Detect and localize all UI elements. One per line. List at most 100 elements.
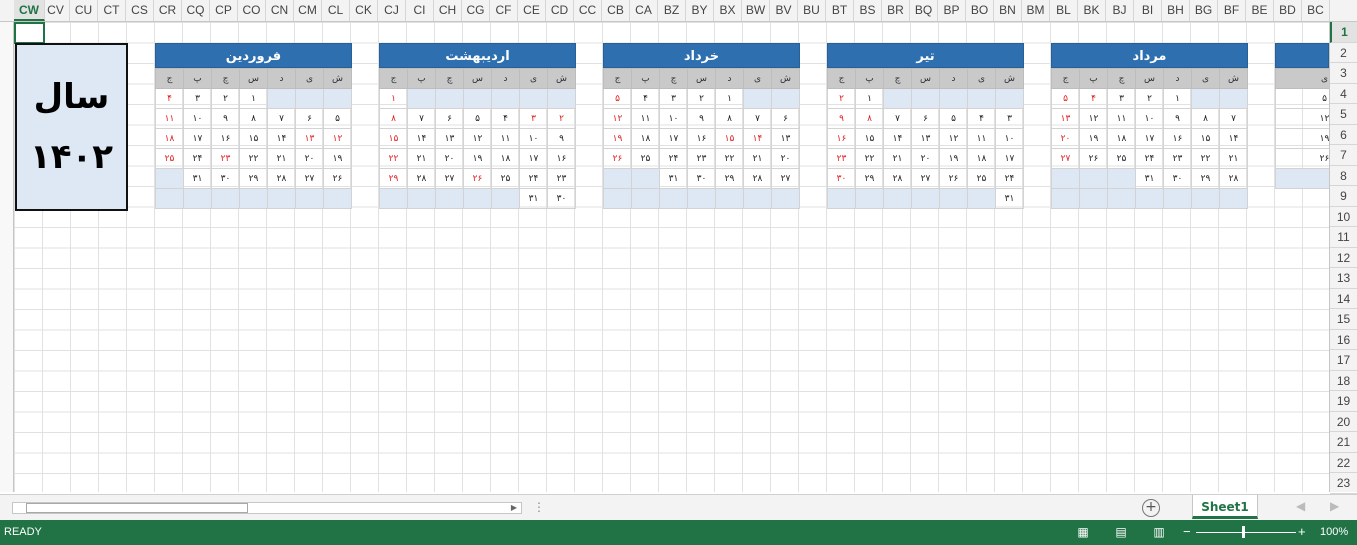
- day-cell[interactable]: ۱۵: [239, 128, 268, 149]
- day-cell[interactable]: ۲۴: [183, 148, 212, 169]
- zoom-thumb[interactable]: [1242, 526, 1245, 538]
- day-cell[interactable]: [183, 188, 212, 209]
- day-cell[interactable]: ۱۵: [715, 128, 744, 149]
- day-cell[interactable]: [519, 88, 548, 109]
- day-cell[interactable]: ۱۸: [631, 128, 660, 149]
- day-cell[interactable]: ۲۵: [491, 168, 520, 189]
- row-header[interactable]: 20: [1330, 412, 1357, 432]
- day-cell[interactable]: ۱۲: [1079, 108, 1108, 129]
- day-cell[interactable]: ۳۱: [995, 188, 1024, 209]
- day-cell[interactable]: [603, 168, 632, 189]
- day-cell[interactable]: ۱۷: [183, 128, 212, 149]
- column-header[interactable]: BC: [1302, 0, 1330, 21]
- day-cell[interactable]: ۱۹: [323, 148, 352, 169]
- day-cell[interactable]: ۲۵: [155, 148, 184, 169]
- day-cell[interactable]: ۱۵: [379, 128, 408, 149]
- day-cell[interactable]: ۲۰: [295, 148, 324, 169]
- day-cell[interactable]: ۲۴: [519, 168, 548, 189]
- day-cell[interactable]: ۱۳: [435, 128, 464, 149]
- day-cell[interactable]: [491, 188, 520, 209]
- row-header[interactable]: 23: [1330, 473, 1357, 494]
- day-cell[interactable]: [463, 88, 492, 109]
- column-header[interactable]: BH: [1162, 0, 1190, 21]
- day-cell[interactable]: ۲۶: [323, 168, 352, 189]
- column-header[interactable]: BT: [826, 0, 854, 21]
- day-cell[interactable]: ۱۶: [211, 128, 240, 149]
- day-cell[interactable]: ۱۹: [1079, 128, 1108, 149]
- day-cell[interactable]: [547, 88, 576, 109]
- day-cell[interactable]: ۴: [631, 88, 660, 109]
- day-cell[interactable]: [715, 188, 744, 209]
- day-cell[interactable]: ۲۰: [435, 148, 464, 169]
- day-cell[interactable]: ۱۲: [603, 108, 632, 129]
- column-header[interactable]: CT: [98, 0, 126, 21]
- row-header[interactable]: 21: [1330, 432, 1357, 453]
- weekday-header[interactable]: چ: [883, 68, 912, 89]
- column-header[interactable]: CK: [350, 0, 378, 21]
- day-cell[interactable]: ۲۰: [1051, 128, 1080, 149]
- column-header[interactable]: CE: [518, 0, 546, 21]
- day-cell[interactable]: [267, 88, 296, 109]
- day-cell[interactable]: [911, 188, 940, 209]
- column-header[interactable]: BP: [938, 0, 966, 21]
- day-cell[interactable]: ۲۴: [659, 148, 688, 169]
- zoom-out-icon[interactable]: −: [1183, 524, 1191, 539]
- row-header[interactable]: 11: [1330, 227, 1357, 248]
- sheet-tab[interactable]: Sheet1: [1192, 495, 1258, 519]
- day-cell[interactable]: ۱۹: [1275, 128, 1329, 149]
- day-cell[interactable]: ۱۳: [911, 128, 940, 149]
- weekday-header[interactable]: س: [463, 68, 492, 89]
- day-cell[interactable]: [1191, 88, 1220, 109]
- day-cell[interactable]: ۲: [687, 88, 716, 109]
- day-cell[interactable]: ۳۱: [659, 168, 688, 189]
- day-cell[interactable]: ۲۱: [883, 148, 912, 169]
- day-cell[interactable]: ۸: [1191, 108, 1220, 129]
- day-cell[interactable]: ۲۰: [911, 148, 940, 169]
- weekday-header[interactable]: ی: [1275, 68, 1329, 89]
- day-cell[interactable]: ۳: [1107, 88, 1136, 109]
- day-cell[interactable]: ۴: [967, 108, 996, 129]
- day-cell[interactable]: ۲۵: [967, 168, 996, 189]
- day-cell[interactable]: [1191, 188, 1220, 209]
- day-cell[interactable]: ۱۲: [1275, 108, 1329, 129]
- day-cell[interactable]: ۱۰: [183, 108, 212, 129]
- column-header[interactable]: CL: [322, 0, 350, 21]
- row-header[interactable]: 19: [1330, 391, 1357, 412]
- day-cell[interactable]: ۱۰: [519, 128, 548, 149]
- day-cell[interactable]: ۱۷: [995, 148, 1024, 169]
- column-header[interactable]: BL: [1050, 0, 1078, 21]
- day-cell[interactable]: ۵: [463, 108, 492, 129]
- day-cell[interactable]: ۱۷: [519, 148, 548, 169]
- day-cell[interactable]: ۱: [855, 88, 884, 109]
- day-cell[interactable]: ۳۱: [519, 188, 548, 209]
- row-header[interactable]: 10: [1330, 207, 1357, 227]
- weekday-header[interactable]: چ: [211, 68, 240, 89]
- column-header[interactable]: BR: [882, 0, 910, 21]
- column-header[interactable]: BI: [1134, 0, 1162, 21]
- day-cell[interactable]: ۱۴: [267, 128, 296, 149]
- day-cell[interactable]: [295, 88, 324, 109]
- month-title[interactable]: فروردین: [155, 43, 352, 68]
- scroll-thumb[interactable]: [26, 503, 248, 513]
- day-cell[interactable]: [407, 188, 436, 209]
- weekday-header[interactable]: ی: [1191, 68, 1220, 89]
- day-cell[interactable]: ۱۳: [295, 128, 324, 149]
- column-header[interactable]: CF: [490, 0, 518, 21]
- month-title[interactable]: اردیبهشت: [379, 43, 576, 68]
- day-cell[interactable]: ۲۳: [1163, 148, 1192, 169]
- day-cell[interactable]: [1107, 168, 1136, 189]
- next-sheet-icon[interactable]: ▶: [1330, 499, 1339, 513]
- day-cell[interactable]: ۷: [1219, 108, 1248, 129]
- day-cell[interactable]: ۱۸: [1107, 128, 1136, 149]
- selected-cell[interactable]: [14, 22, 45, 44]
- day-cell[interactable]: ۳۱: [1135, 168, 1164, 189]
- day-cell[interactable]: ۱۷: [1135, 128, 1164, 149]
- day-cell[interactable]: [883, 88, 912, 109]
- day-cell[interactable]: ۹: [827, 108, 856, 129]
- day-cell[interactable]: ۱۶: [687, 128, 716, 149]
- row-header[interactable]: 5: [1330, 104, 1357, 125]
- day-cell[interactable]: [267, 188, 296, 209]
- day-cell[interactable]: [855, 188, 884, 209]
- day-cell[interactable]: ۲۹: [855, 168, 884, 189]
- day-cell[interactable]: ۲۸: [407, 168, 436, 189]
